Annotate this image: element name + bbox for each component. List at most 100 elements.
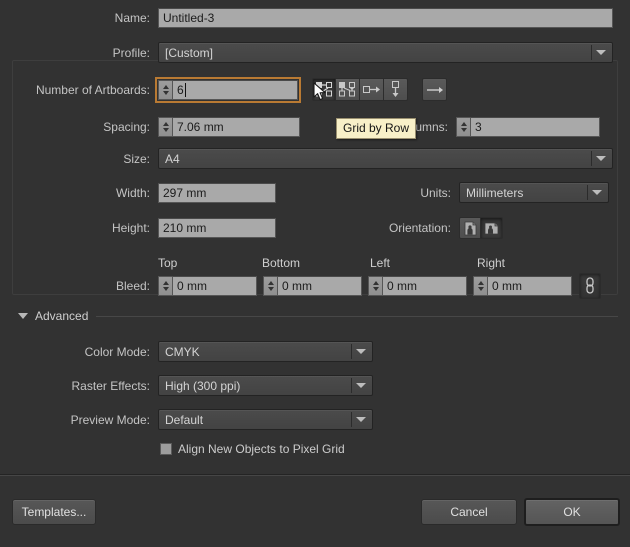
bleed-label: Bleed:: [115, 279, 150, 293]
number-of-artboards-input-group[interactable]: 6: [155, 76, 301, 103]
preview-mode-value: Default: [165, 412, 204, 427]
landscape-page-icon: [484, 222, 499, 234]
raster-effects-row: Raster Effects: High (300 ppi): [0, 375, 618, 396]
bleed-left-stepper[interactable]: [368, 276, 382, 296]
align-pixel-grid-label: Align New Objects to Pixel Grid: [178, 442, 345, 456]
landscape-orientation-button[interactable]: [481, 217, 503, 239]
grid-by-column-icon: [339, 82, 355, 97]
chevron-down-icon: [351, 412, 370, 427]
color-mode-value: CMYK: [165, 344, 200, 359]
bleed-bottom-input-group[interactable]: 0 mm: [263, 276, 362, 296]
size-label: Size:: [123, 151, 150, 166]
grid-by-row-button[interactable]: [312, 78, 336, 101]
profile-select[interactable]: [Custom]: [158, 42, 613, 63]
spacing-input[interactable]: 7.06 mm: [172, 117, 300, 137]
height-input[interactable]: 210 mm: [158, 218, 276, 238]
arrange-by-column-button[interactable]: [384, 78, 408, 101]
right-arrow-icon: [426, 86, 443, 93]
bleed-left-input[interactable]: 0 mm: [382, 276, 467, 296]
bleed-top-header: Top: [158, 256, 178, 270]
spacing-input-group[interactable]: 7.06 mm: [158, 117, 300, 137]
bleed-top-input[interactable]: 0 mm: [172, 276, 257, 296]
height-row: Height: 210 mm Orientation:: [0, 217, 618, 239]
size-row: Size: A4: [0, 148, 618, 169]
grid-by-row-tooltip: Grid by Row: [336, 118, 417, 139]
chevron-down-icon: [351, 344, 370, 359]
bleed-row: Bleed: 0 mm 0 mm 0 mm 0 mm: [0, 273, 618, 299]
footer-divider: [0, 474, 630, 476]
bleed-bottom-header: Bottom: [262, 256, 301, 270]
new-document-dialog: { "dialog": { "name_label": "Name:", "na…: [0, 0, 630, 547]
ok-button[interactable]: OK: [524, 498, 620, 526]
columns-stepper[interactable]: [456, 117, 470, 137]
spacing-row: Spacing: 7.06 mm Columns: 3: [0, 117, 618, 137]
artboard-arrangement-buttons: [312, 78, 408, 101]
profile-row: Profile: [Custom]: [0, 42, 618, 63]
text-caret: [184, 82, 186, 97]
grid-by-column-button[interactable]: [336, 78, 360, 101]
width-label: Width:: [115, 185, 150, 200]
color-mode-select[interactable]: CMYK: [158, 341, 373, 362]
chevron-down-icon: [591, 45, 610, 60]
size-select[interactable]: A4: [158, 148, 613, 169]
align-pixel-grid-row[interactable]: Align New Objects to Pixel Grid: [160, 442, 345, 456]
templates-button[interactable]: Templates...: [12, 499, 96, 525]
raster-effects-select[interactable]: High (300 ppi): [158, 375, 373, 396]
advanced-label: Advanced: [35, 309, 89, 323]
width-input[interactable]: 297 mm: [158, 182, 276, 203]
raster-effects-label: Raster Effects:: [71, 378, 150, 393]
chevron-down-icon: [351, 378, 370, 393]
preview-mode-label: Preview Mode:: [70, 412, 150, 427]
artboards-stepper[interactable]: [158, 79, 172, 100]
number-of-artboards-value: 6: [177, 82, 184, 97]
number-of-artboards-row: Number of Artboards: 6: [0, 76, 618, 103]
profile-label: Profile:: [112, 45, 150, 60]
columns-input[interactable]: 3: [470, 117, 600, 137]
left-to-right-flow-button[interactable]: [422, 78, 447, 101]
name-label: Name:: [114, 11, 150, 25]
bleed-right-stepper[interactable]: [473, 276, 487, 296]
units-label: Units:: [420, 185, 451, 200]
bleed-top-stepper[interactable]: [158, 276, 172, 296]
bleed-right-input[interactable]: 0 mm: [487, 276, 572, 296]
chevron-down-icon: [18, 313, 28, 319]
number-of-artboards-input[interactable]: 6: [172, 79, 298, 100]
raster-effects-value: High (300 ppi): [165, 378, 241, 393]
bleed-bottom-stepper[interactable]: [263, 276, 277, 296]
name-input[interactable]: Untitled-3: [158, 8, 613, 28]
arrange-by-row-icon: [362, 85, 380, 93]
bleed-bottom-input[interactable]: 0 mm: [277, 276, 362, 296]
bleed-right-header: Right: [477, 256, 506, 270]
chain-link-icon: [586, 277, 594, 294]
width-row: Width: 297 mm Units: Millimeters: [0, 182, 618, 203]
chevron-down-icon: [591, 151, 610, 166]
columns-input-group[interactable]: 3: [456, 117, 600, 137]
spacing-label: Spacing:: [103, 120, 150, 134]
advanced-section-header[interactable]: Advanced: [18, 309, 618, 323]
units-select[interactable]: Millimeters: [459, 182, 609, 203]
align-pixel-grid-checkbox[interactable]: [160, 443, 172, 455]
grid-by-row-icon: [315, 82, 332, 97]
size-value: A4: [165, 151, 180, 166]
units-value: Millimeters: [466, 185, 524, 200]
height-label: Height:: [111, 221, 150, 235]
bleed-top-input-group[interactable]: 0 mm: [158, 276, 257, 296]
advanced-divider: [96, 315, 618, 317]
number-of-artboards-label: Number of Artboards:: [35, 82, 150, 97]
bleed-left-input-group[interactable]: 0 mm: [368, 276, 467, 296]
arrange-by-column-icon: [391, 81, 399, 97]
chevron-down-icon: [587, 185, 606, 200]
preview-mode-row: Preview Mode: Default: [0, 409, 618, 430]
link-bleed-values-button[interactable]: [579, 273, 601, 299]
portrait-orientation-button[interactable]: [459, 217, 481, 239]
preview-mode-select[interactable]: Default: [158, 409, 373, 430]
spacing-stepper[interactable]: [158, 117, 172, 137]
arrange-by-row-button[interactable]: [360, 78, 384, 101]
bleed-left-header: Left: [370, 256, 391, 270]
bleed-right-input-group[interactable]: 0 mm: [473, 276, 572, 296]
orientation-buttons: [459, 217, 503, 239]
portrait-page-icon: [464, 221, 476, 235]
orientation-label: Orientation:: [388, 221, 451, 235]
cancel-button[interactable]: Cancel: [421, 499, 517, 525]
color-mode-label: Color Mode:: [84, 344, 150, 359]
